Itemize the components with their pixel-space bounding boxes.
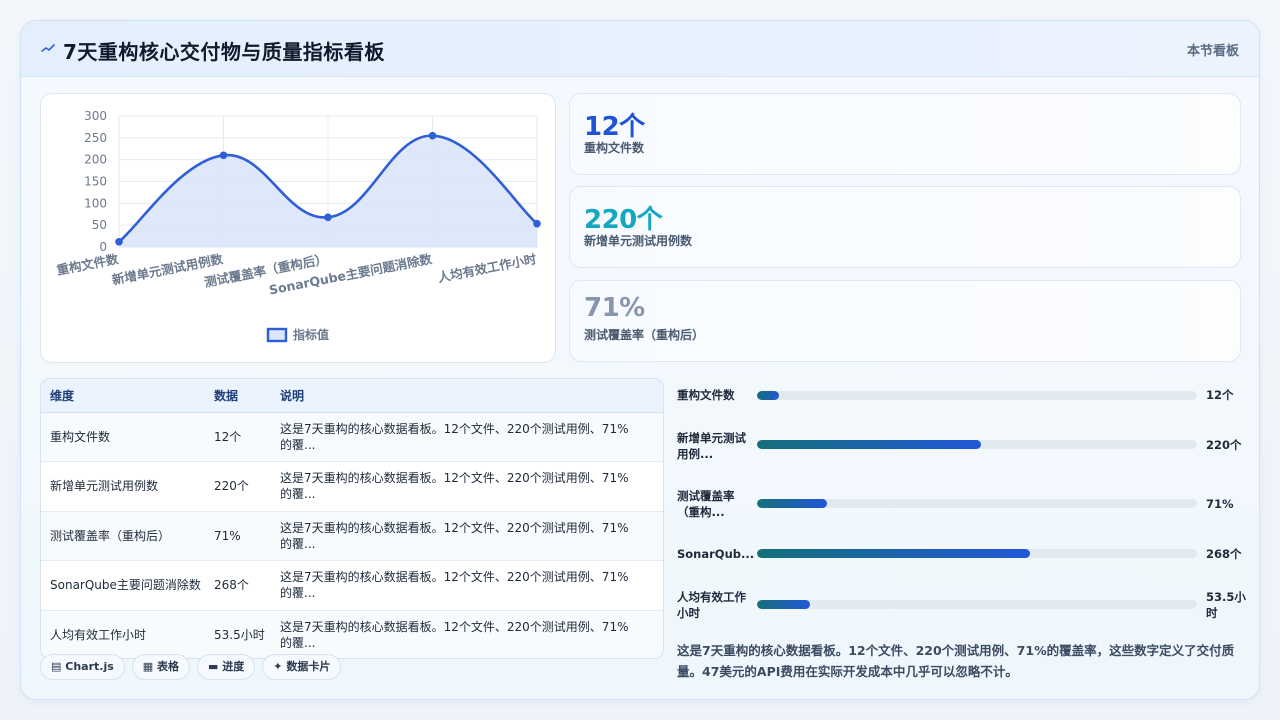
tag-table[interactable]: ▦ 表格 bbox=[131, 654, 191, 680]
cell-dimension: 重构文件数 bbox=[50, 429, 111, 444]
tag-label: 表格 bbox=[157, 660, 180, 673]
cell-value: 71% bbox=[214, 528, 241, 543]
table-header-row: 维度 数据 说明 bbox=[41, 379, 663, 413]
cell-description: 这是7天重构的核心数据看板。12个文件、220个测试用例、71%的覆... bbox=[280, 570, 629, 601]
metrics-table-card: 维度 数据 说明 重构文件数 12个 这是7天重构的核心数据看板。12个文件、2… bbox=[40, 378, 664, 659]
line-chart: 050100150200250300重构文件数新增单元测试用例数测试覆盖率（重构… bbox=[55, 109, 541, 343]
cell-dimension: SonarQube主要问题消除数 bbox=[50, 578, 201, 593]
tag-label: 数据卡片 bbox=[286, 660, 331, 673]
line-chart-card: 0 50 100 150 200 250 300 重构文件数 新增单元测试用例数 测试覆盖率（重构… bbox=[40, 93, 556, 363]
table-row: 新增单元测试用例数 220个 这是7天重构的核心数据看板。12个文件、220个测… bbox=[41, 462, 663, 511]
column-header: 说明 bbox=[271, 379, 663, 413]
progress-label: 人均有效工作小时 bbox=[677, 590, 746, 620]
y-tick-label: 100 bbox=[84, 196, 107, 210]
kpi-card-coverage: 71% 测试覆盖率（重构后） bbox=[569, 280, 1241, 362]
progress-track bbox=[757, 499, 1197, 508]
y-tick-label: 0 bbox=[99, 240, 107, 254]
progress-value: 53.5小时 bbox=[1206, 590, 1246, 620]
dashboard-panel: 7天重构核心交付物与质量指标看板 本节看板 0 50 100 150 200 250 300… bbox=[20, 20, 1260, 700]
progress-label: SonarQub... bbox=[677, 547, 755, 561]
kpi-value: 71% bbox=[584, 293, 645, 323]
progress-value: 220个 bbox=[1206, 438, 1242, 452]
data-point bbox=[219, 151, 228, 160]
column-header: 数据 bbox=[205, 379, 271, 413]
table-row: 重构文件数 12个 这是7天重构的核心数据看板。12个文件、220个测试用例、7… bbox=[41, 412, 663, 462]
x-tick-label: 人均有效工作小时 bbox=[437, 251, 539, 285]
y-tick-label: 50 bbox=[92, 218, 107, 232]
kpi-card-tests: 220个 新增单元测试用例数 bbox=[569, 186, 1241, 268]
cell-description: 这是7天重构的核心数据看板。12个文件、220个测试用例、71%的覆... bbox=[280, 619, 629, 650]
chart-icon: ▤ bbox=[51, 660, 62, 673]
progress-label: 重构文件数 bbox=[677, 388, 735, 402]
cell-value: 220个 bbox=[214, 479, 249, 494]
data-point bbox=[115, 237, 123, 246]
cell-dimension: 测试覆盖率（重构后） bbox=[50, 528, 171, 543]
kpi-value: 220个 bbox=[584, 205, 663, 235]
tag-data-card[interactable]: ✦ 数据卡片 bbox=[262, 654, 342, 680]
table-row: SonarQube主要问题消除数 268个 这是7天重构的核心数据看板。12个文… bbox=[41, 561, 663, 610]
cell-value: 53.5小时 bbox=[214, 627, 265, 642]
progress-track bbox=[757, 600, 1197, 609]
cell-description: 这是7天重构的核心数据看板。12个文件、220个测试用例、71%的覆... bbox=[280, 421, 629, 452]
kpi-label: 重构文件数 bbox=[584, 141, 645, 155]
data-point bbox=[428, 131, 437, 140]
tech-tags: ▤ Chart.js ▦ 表格 ▬ 进度 ✦ 数据卡片 bbox=[40, 654, 348, 680]
table-icon: ▦ bbox=[142, 660, 154, 673]
kpi-label: 测试覆盖率（重构后） bbox=[584, 328, 705, 342]
sparkline-icon bbox=[41, 44, 55, 52]
data-point bbox=[324, 213, 332, 222]
progress-track bbox=[757, 391, 1197, 400]
data-point bbox=[533, 219, 541, 228]
progress-value: 12个 bbox=[1206, 388, 1234, 402]
progress-value: 268个 bbox=[1206, 547, 1242, 561]
kpi-card-files: 12个 重构文件数 bbox=[569, 93, 1241, 175]
tag-label: Chart.js bbox=[65, 660, 114, 673]
y-tick-label: 200 bbox=[84, 153, 107, 167]
dashboard-header: 7天重构核心交付物与质量指标看板 本节看板 bbox=[21, 21, 1259, 77]
progress-icon: ▬ bbox=[208, 660, 219, 673]
tag-label: 进度 bbox=[222, 660, 245, 673]
progress-fill bbox=[757, 549, 1030, 558]
card-icon: ✦ bbox=[273, 660, 283, 673]
progress-label: 新增单元测试用例... bbox=[677, 431, 746, 461]
progress-track bbox=[757, 440, 1197, 449]
y-tick-label: 300 bbox=[84, 109, 107, 123]
progress-fill bbox=[757, 600, 810, 609]
cell-dimension: 人均有效工作小时 bbox=[50, 627, 147, 642]
cell-description: 这是7天重构的核心数据看板。12个文件、220个测试用例、71%的覆... bbox=[280, 520, 629, 551]
table-row: 测试覆盖率（重构后） 71% 这是7天重构的核心数据看板。12个文件、220个测… bbox=[41, 511, 663, 561]
kpi-label: 新增单元测试用例数 bbox=[584, 234, 693, 248]
legend-label: 指标值 bbox=[293, 327, 329, 342]
kpi-value: 12个 bbox=[584, 112, 645, 142]
legend-swatch bbox=[266, 327, 288, 343]
cell-value: 268个 bbox=[214, 578, 249, 593]
cell-dimension: 新增单元测试用例数 bbox=[50, 479, 159, 494]
tag-progress[interactable]: ▬ 进度 bbox=[197, 654, 256, 680]
progress-value: 71% bbox=[1206, 497, 1234, 511]
y-tick-label: 150 bbox=[84, 175, 107, 189]
table-row: 人均有效工作小时 53.5小时 这是7天重构的核心数据看板。12个文件、220个… bbox=[41, 610, 663, 658]
progress-fill bbox=[757, 391, 779, 400]
progress-fill bbox=[757, 440, 982, 449]
page-title: 7天重构核心交付物与质量指标看板 bbox=[63, 40, 385, 64]
progress-track bbox=[757, 549, 1197, 558]
tag-chartjs[interactable]: ▤ Chart.js bbox=[40, 654, 125, 680]
summary-text: 这是7天重构的核心数据看板。12个文件、220个测试用例、71%的覆盖率，这些数… bbox=[677, 643, 1235, 679]
section-board-link[interactable]: 本节看板 bbox=[1187, 40, 1239, 59]
y-tick-label: 250 bbox=[84, 131, 107, 145]
progress-fill bbox=[757, 499, 828, 508]
column-header: 维度 bbox=[41, 379, 205, 413]
metrics-table: 维度 数据 说明 重构文件数 12个 这是7天重构的核心数据看板。12个文件、2… bbox=[41, 379, 663, 658]
cell-description: 这是7天重构的核心数据看板。12个文件、220个测试用例、71%的覆... bbox=[280, 471, 629, 502]
cell-value: 12个 bbox=[214, 429, 242, 444]
progress-label: 测试覆盖率（重构... bbox=[677, 489, 735, 519]
